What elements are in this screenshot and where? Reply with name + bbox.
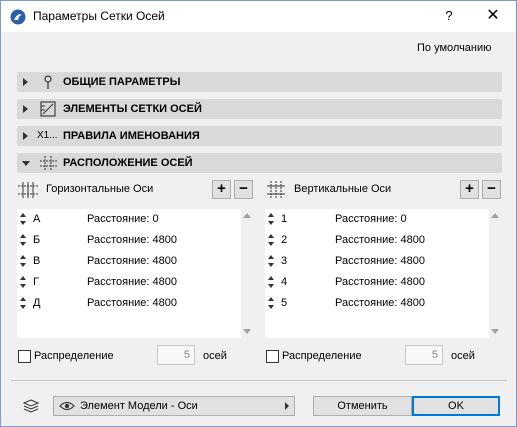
ok-button[interactable]: OK — [412, 396, 500, 416]
axis-distance: Расстояние: 4800 — [335, 234, 425, 246]
axis-name: Д — [33, 297, 41, 309]
section-naming-rules[interactable]: X1... ПРАВИЛА ИМЕНОВАНИЯ — [17, 126, 502, 146]
axis-distance: Расстояние: 4800 — [335, 276, 425, 288]
list-item[interactable]: 3 Расстояние: 4800 — [265, 251, 487, 272]
collapse-arrow-icon — [22, 161, 30, 166]
expand-arrow-icon — [23, 132, 28, 140]
remove-horizontal-axis-button[interactable]: − — [234, 180, 253, 199]
distribute-horizontal-checkbox[interactable] — [18, 350, 31, 363]
add-horizontal-axis-button[interactable]: + — [212, 180, 231, 199]
expand-arrow-icon — [23, 78, 28, 86]
list-item[interactable]: 4 Расстояние: 4800 — [265, 272, 487, 293]
axis-name: 1 — [281, 213, 288, 225]
section-label: ОБЩИЕ ПАРАМЕТРЫ — [63, 76, 181, 88]
vertical-axes-list[interactable]: 1 Расстояние: 0 2 Расстояние: 4800 3 Рас… — [265, 209, 501, 338]
add-vertical-axis-button[interactable]: + — [460, 180, 479, 199]
axis-name: А — [33, 213, 41, 225]
axis-name: 5 — [281, 297, 288, 309]
axis-name: 4 — [281, 276, 288, 288]
grid-settings-dialog: Параметры Сетки Осей ? ✕ По умолчанию ОБ… — [0, 0, 517, 427]
axis-distance: Расстояние: 4800 — [87, 255, 177, 267]
axis-distance: Расстояние: 4800 — [335, 297, 425, 309]
section-label: ПРАВИЛА ИМЕНОВАНИЯ — [63, 130, 200, 142]
drag-handle-icon[interactable] — [268, 234, 274, 246]
naming-icon: X1... — [37, 130, 58, 141]
list-item[interactable]: Д Расстояние: 4800 — [17, 293, 239, 314]
default-settings-link[interactable]: По умолчанию — [417, 42, 491, 54]
layer-dropdown[interactable]: Элемент Модели - Оси — [53, 396, 295, 416]
axis-distance: Расстояние: 4800 — [87, 297, 177, 309]
layers-icon — [22, 399, 40, 413]
axis-name: 3 — [281, 255, 288, 267]
horizontal-axes-title: Горизонтальные Оси — [46, 183, 154, 195]
vertical-scrollbar[interactable] — [489, 209, 501, 338]
vertical-count-unit: осей — [451, 350, 475, 362]
cancel-button[interactable]: Отменить — [313, 396, 412, 416]
close-button[interactable]: ✕ — [479, 5, 507, 27]
axis-name: Г — [33, 276, 39, 288]
axis-name: Б — [33, 234, 41, 246]
drag-handle-icon[interactable] — [268, 255, 274, 267]
list-item[interactable]: Б Расстояние: 4800 — [17, 230, 239, 251]
pin-icon — [44, 75, 52, 89]
horizontal-count-field[interactable]: 5 — [157, 345, 195, 365]
drag-handle-icon[interactable] — [268, 297, 274, 309]
drag-handle-icon[interactable] — [20, 276, 26, 288]
scroll-up-icon[interactable] — [491, 213, 499, 218]
section-label: ЭЛЕМЕНТЫ СЕТКИ ОСЕЙ — [63, 103, 202, 115]
vertical-axes-title: Вертикальные Оси — [294, 183, 392, 195]
list-item[interactable]: А Расстояние: 0 — [17, 209, 239, 230]
axis-name: В — [33, 255, 41, 267]
axis-distance: Расстояние: 4800 — [335, 255, 425, 267]
footer-divider — [11, 380, 507, 381]
scroll-up-icon[interactable] — [243, 213, 251, 218]
drag-handle-icon[interactable] — [20, 297, 26, 309]
title-bar: Параметры Сетки Осей ? ✕ — [1, 1, 516, 32]
axis-distance: Расстояние: 4800 — [87, 276, 177, 288]
list-item[interactable]: В Расстояние: 4800 — [17, 251, 239, 272]
distribute-vertical-checkbox[interactable] — [266, 350, 279, 363]
list-item[interactable]: 2 Расстояние: 4800 — [265, 230, 487, 251]
scroll-down-icon[interactable] — [243, 329, 251, 334]
list-item[interactable]: 5 Расстояние: 4800 — [265, 293, 487, 314]
remove-vertical-axis-button[interactable]: − — [482, 180, 501, 199]
drag-handle-icon[interactable] — [20, 255, 26, 267]
axis-layout-icon — [40, 156, 57, 170]
horizontal-count-unit: осей — [203, 350, 227, 362]
axis-distance: Расстояние: 0 — [87, 213, 159, 225]
section-general-params[interactable]: ОБЩИЕ ПАРАМЕТРЫ — [17, 72, 502, 92]
section-label: РАСПОЛОЖЕНИЕ ОСЕЙ — [63, 157, 193, 169]
window-title: Параметры Сетки Осей — [33, 9, 165, 23]
drag-handle-icon[interactable] — [268, 276, 274, 288]
scroll-down-icon[interactable] — [491, 329, 499, 334]
list-item[interactable]: 1 Расстояние: 0 — [265, 209, 487, 230]
section-grid-elements[interactable]: ЭЛЕМЕНТЫ СЕТКИ ОСЕЙ — [17, 99, 502, 119]
horizontal-axes-list[interactable]: А Расстояние: 0 Б Расстояние: 4800 В Рас… — [17, 209, 253, 338]
drag-handle-icon[interactable] — [268, 213, 274, 225]
axis-distance: Расстояние: 4800 — [87, 234, 177, 246]
axis-name: 2 — [281, 234, 288, 246]
distribute-horizontal-label: Распределение — [34, 350, 114, 362]
expand-arrow-icon — [23, 105, 28, 113]
eye-icon — [59, 401, 75, 411]
help-button[interactable]: ? — [437, 5, 461, 27]
drag-handle-icon[interactable] — [20, 234, 26, 246]
horizontal-axes-icon — [18, 182, 38, 198]
section-axis-layout[interactable]: РАСПОЛОЖЕНИЕ ОСЕЙ — [17, 153, 502, 173]
axis-distance: Расстояние: 0 — [335, 213, 407, 225]
layer-dropdown-value: Элемент Модели - Оси — [80, 400, 198, 412]
vertical-count-field[interactable]: 5 — [405, 345, 443, 365]
drag-handle-icon[interactable] — [20, 213, 26, 225]
distribute-vertical-label: Распределение — [282, 350, 362, 362]
archicad-app-icon — [10, 9, 26, 25]
vertical-axes-icon — [267, 181, 285, 199]
list-item[interactable]: Г Расстояние: 4800 — [17, 272, 239, 293]
chevron-right-icon — [285, 402, 289, 410]
grid-element-icon — [40, 101, 56, 117]
vertical-scrollbar[interactable] — [241, 209, 253, 338]
